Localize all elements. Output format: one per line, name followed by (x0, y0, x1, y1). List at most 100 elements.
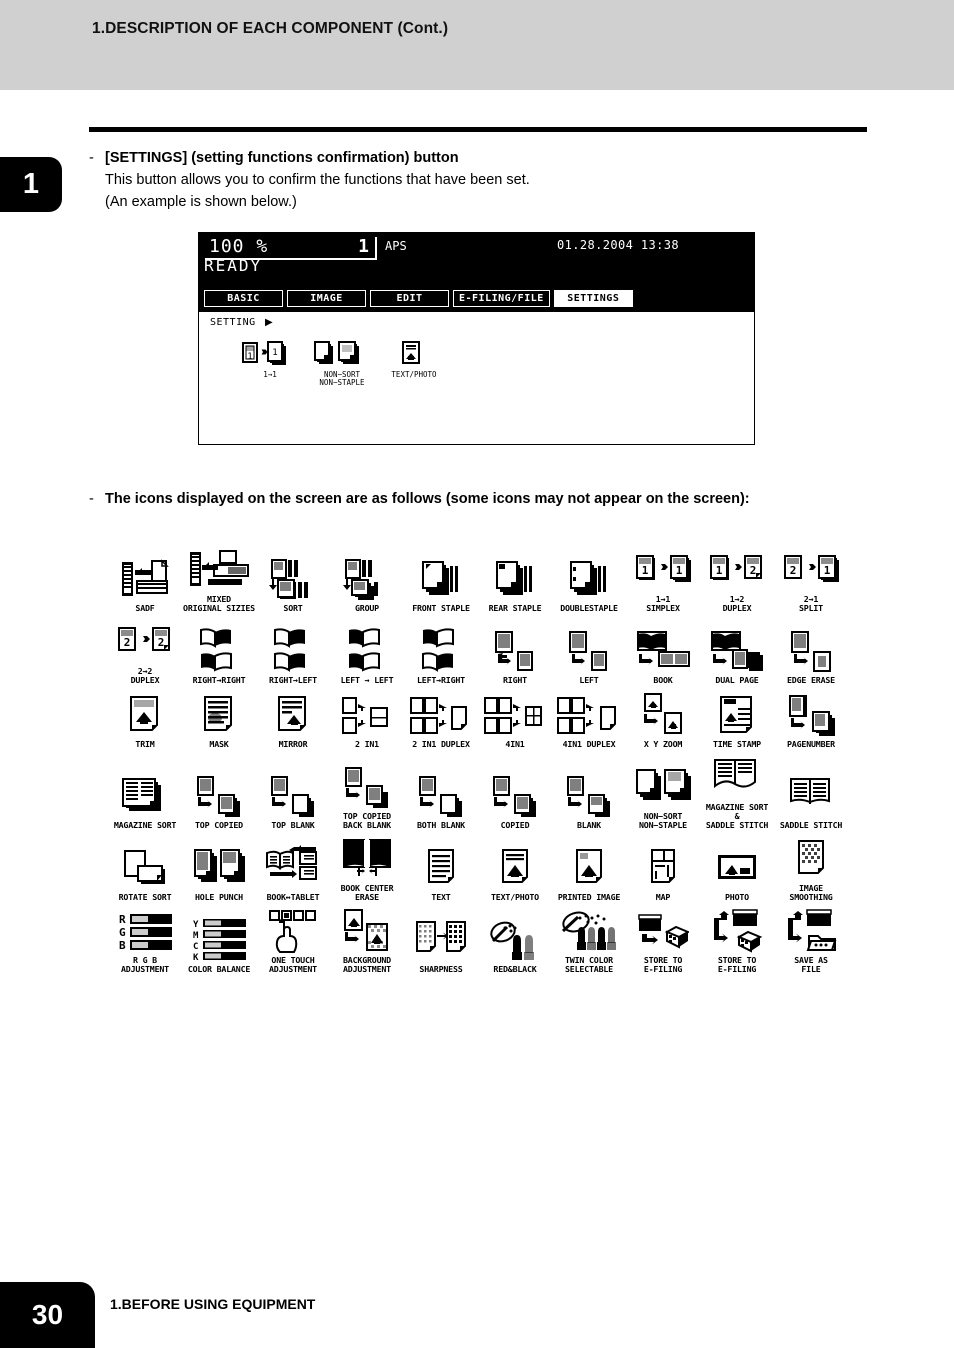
color-balance-icon: Y M C K (193, 919, 246, 963)
chapter-marker-tab: 1 (0, 157, 62, 212)
glossary-item-magazine-sort: MAGAZINE SORT (108, 753, 182, 830)
magazine-sort-and-saddle-stitch-icon (714, 758, 756, 788)
glossary-item-printed-image: PRINTED IMAGE (552, 834, 626, 902)
glossary-item-page-number: PAGENUMBER (774, 690, 848, 749)
bullet-dash: - (89, 150, 94, 166)
lcd-tab-edit[interactable]: EDIT (370, 290, 449, 307)
rear-staple-icon (496, 561, 532, 596)
sharpness-icon (416, 921, 466, 953)
two-in-one-duplex-icon (410, 696, 467, 734)
page-header-band (0, 0, 954, 90)
glossary-item-map: MAP (626, 834, 700, 902)
glossary-caption: STORE TO E-FILING (643, 955, 683, 975)
mask-icon (204, 695, 232, 731)
glossary-item-4in1-duplex: 4IN1 DUPLEX (552, 690, 626, 749)
settings-button-description: - [SETTINGS] (setting functions confirma… (89, 148, 530, 213)
glossary-item-hole-punch: HOLE PUNCH (182, 834, 256, 902)
printed-image-icon (576, 849, 602, 884)
page-number-icon (789, 694, 835, 736)
glossary-item-trim: TRIM (108, 690, 182, 749)
four-in-one-duplex-icon (557, 696, 616, 734)
glossary-item-both-blank: BOTH BLANK (404, 753, 478, 830)
sort-icon (269, 559, 308, 600)
svg-text:2: 2 (750, 564, 757, 577)
lcd-setting-caption: TEXT/PHOTO (391, 370, 437, 379)
glossary-caption: TRIM (135, 738, 155, 749)
lcd-setting-non-sort: NON−SORT NON−STAPLE (313, 337, 371, 388)
lcd-tab-image[interactable]: IMAGE (287, 290, 366, 307)
glossary-caption: MIXED ORIGINAL SIZIES (183, 594, 255, 614)
glossary-caption: REAR STAPLE (488, 603, 542, 614)
glossary-caption: BLANK (577, 819, 601, 830)
one-to-two-duplex-icon: 1 2 (710, 555, 762, 580)
glossary-caption: RIGHT→RIGHT (192, 675, 246, 686)
red-and-black-icon (490, 921, 534, 961)
svg-text:1: 1 (824, 564, 831, 577)
footer-page-number-tab: 30 (0, 1282, 95, 1348)
lcd-setting-caption: 1→1 (263, 370, 277, 379)
glossary-item-time-stamp: TIME STAMP (700, 690, 774, 749)
icon-glossary-row: TRIM MASK MIRROR 2 IN1 2 IN1 DUPLEX 4IN1… (108, 690, 848, 749)
glossary-caption: SORT (283, 603, 303, 614)
text-icon (428, 849, 454, 884)
glossary-item-xy-zoom: X Y ZOOM (626, 690, 700, 749)
top-blank-icon (271, 775, 314, 817)
svg-text:R: R (119, 913, 126, 926)
lcd-tab-basic[interactable]: BASIC (204, 290, 283, 307)
glossary-item-right-to-right: RIGHT→RIGHT (182, 617, 256, 685)
svg-text:1: 1 (247, 352, 252, 362)
glossary-item-duplex-1-2: 1 2 1→2 DUPLEX (700, 545, 774, 613)
lcd-tab-settings[interactable]: SETTINGS (553, 290, 633, 307)
glossary-item-non-sort-non-staple: NON−SORT NON−STAPLE (626, 753, 700, 830)
glossary-item-store-to-e-filing-copy: STORE TO E-FILING (700, 906, 774, 974)
glossary-caption: 4IN1 (505, 738, 525, 749)
text-photo-icon (502, 849, 528, 884)
photo-icon (718, 855, 756, 880)
one-to-one-simplex-icon: 1 1 (636, 555, 691, 582)
glossary-caption: COPIED (500, 819, 530, 830)
store-to-e-filing-copy-icon (714, 909, 763, 953)
glossary-item-split-2-1: 2 1 2→1 SPLIT (774, 545, 848, 613)
lcd-paper-mode: APS (385, 239, 407, 253)
glossary-caption: LEFT (579, 675, 599, 686)
lcd-setting-caption: NON−SORT NON−STAPLE (319, 370, 365, 388)
glossary-caption: 2→1 SPLIT (799, 594, 823, 614)
svg-text:2: 2 (158, 636, 165, 649)
svg-text:1: 1 (642, 564, 649, 577)
glossary-caption: TOP COPIED BACK BLANK (343, 810, 391, 830)
dual-page-icon (711, 631, 763, 672)
glossary-caption: NON−SORT NON−STAPLE (639, 810, 687, 830)
lcd-content-area: SETTING ▶ 1 1 1→1 NON−SORT NON−STAPLE TE… (199, 312, 754, 444)
glossary-item-sharpness: SHARPNESS (404, 906, 478, 974)
glossary-caption: GROUP (355, 603, 379, 614)
glossary-caption: SAVE AS FILE (794, 955, 828, 975)
glossary-caption: PRINTED IMAGE (557, 892, 621, 903)
glossary-caption: COLOR BALANCE (187, 964, 251, 975)
glossary-caption: HOLE PUNCH (195, 892, 243, 903)
blank-icon (567, 775, 610, 817)
glossary-caption: 4IN1 DUPLEX (562, 738, 616, 749)
rgb-adjustment-icon: R G B (119, 913, 172, 952)
bullet-dash: - (89, 491, 94, 507)
glossary-caption: TOP BLANK (271, 819, 315, 830)
glossary-caption: TWIN COLOR SELECTABLE (565, 955, 613, 975)
glossary-caption: MASK (209, 738, 229, 749)
double-staple-icon (570, 561, 606, 596)
lcd-tab-efiling-file[interactable]: E-FILING/FILE (453, 290, 550, 307)
glossary-caption: SADDLE STITCH (779, 819, 843, 830)
glossary-item-book: BOOK (626, 617, 700, 685)
icon-glossary-row: R G B R G B ADJUSTMENT Y M C K COLOR BAL… (108, 906, 848, 974)
glossary-item-twin-color-selectable: TWIN COLOR SELECTABLE (552, 906, 626, 974)
glossary-item-save-as-file: SAVE AS FILE (774, 906, 848, 974)
glossary-caption: MIRROR (278, 738, 308, 749)
glossary-caption: X Y ZOOM (643, 738, 683, 749)
two-to-one-split-icon: 2 1 (784, 555, 839, 582)
book-icon (637, 631, 690, 668)
glossary-item-rotate-sort: ROTATE SORT (108, 834, 182, 902)
svg-text:G: G (119, 926, 126, 939)
glossary-item-right: RIGHT (478, 617, 552, 685)
glossary-item-photo: PHOTO (700, 834, 774, 902)
top-copied-back-blank-icon (345, 766, 388, 808)
svg-text:B: B (119, 939, 126, 952)
glossary-caption: MAGAZINE SORT & SADDLE STITCH (705, 801, 769, 830)
